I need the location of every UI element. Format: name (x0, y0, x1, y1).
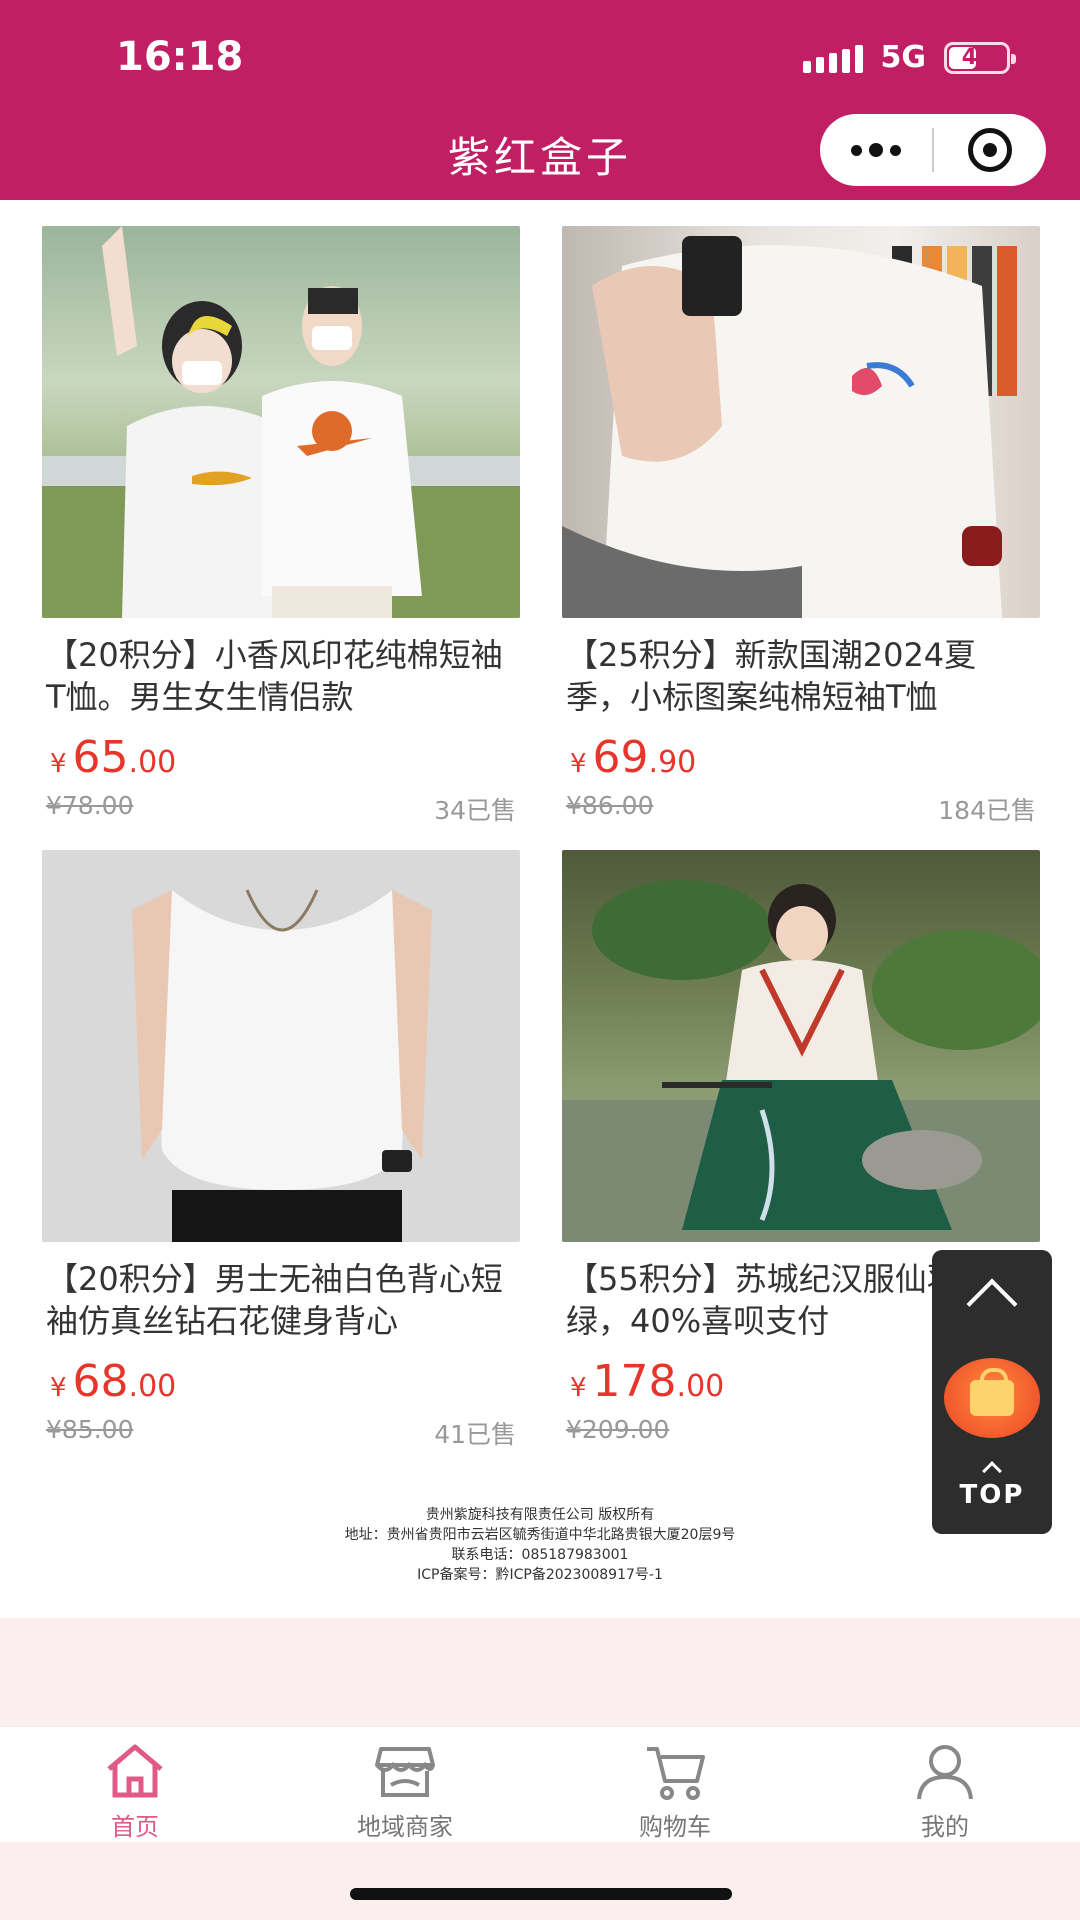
store-icon (375, 1747, 435, 1797)
product-image[interactable] (42, 850, 520, 1242)
price-decimal: .00 (128, 1369, 177, 1404)
price-currency: ¥ (50, 749, 67, 779)
floating-action-bar: TOP (932, 1250, 1052, 1534)
copyright-footer: 贵州紫旋科技有限责任公司 版权所有 地址：贵州省贵阳市云岩区毓秀街道中华北路贵银… (0, 1505, 1080, 1585)
product-price: ¥ 68 .00 (42, 1356, 520, 1407)
tab-label: 我的 (921, 1813, 969, 1841)
tab-cart[interactable]: 购物车 (540, 1727, 810, 1842)
tab-label: 地域商家 (357, 1813, 453, 1841)
footer-band (0, 1618, 1080, 1728)
status-indicators: 5G 49 (802, 40, 1016, 75)
price-currency: ¥ (570, 749, 587, 779)
battery-level: 49 (961, 45, 993, 70)
original-price: ¥209.00 (566, 1415, 670, 1444)
status-time: 16:18 (116, 34, 244, 80)
copyright-icp: ICP备案号：黔ICP备2023008917号-1 (417, 1567, 663, 1583)
copyright-address: 地址：贵州省贵阳市云岩区毓秀街道中华北路贵银大厦20层9号 (344, 1527, 736, 1543)
product-photo-couple-tees (42, 226, 520, 618)
product-price: ¥ 65 .00 (42, 732, 520, 783)
product-meta: ¥85.00 41已售 (42, 1415, 520, 1451)
user-icon (917, 1745, 973, 1800)
close-miniprogram-icon[interactable] (934, 114, 1046, 186)
tab-home[interactable]: 首页 (0, 1727, 270, 1842)
tab-local-merchants[interactable]: 地域商家 (270, 1727, 540, 1842)
price-integer: 65 (72, 732, 129, 783)
cart-icon (647, 1747, 705, 1800)
product-card[interactable]: 【20积分】男士无袖白色背心短袖仿真丝钻石花健身背心 ¥ 68 .00 ¥85.… (42, 850, 520, 1450)
tab-profile[interactable]: 我的 (810, 1727, 1080, 1842)
product-price: ¥ 69 .90 (562, 732, 1040, 783)
original-price: ¥85.00 (46, 1415, 134, 1444)
price-decimal: .90 (648, 745, 697, 780)
product-name[interactable]: 【25积分】新款国潮2024夏季，小标图案纯棉短袖T恤 (562, 634, 1040, 718)
original-price: ¥78.00 (46, 791, 134, 820)
price-currency: ¥ (570, 1373, 587, 1403)
signal-icon (802, 43, 863, 73)
copyright-company: 贵州紫旋科技有限责任公司 版权所有 (425, 1507, 655, 1523)
price-currency: ¥ (50, 1373, 67, 1403)
bottom-tab-bar: 首页 地域商家 购物车 我的 (0, 1726, 1080, 1842)
tab-label: 购物车 (639, 1813, 711, 1841)
product-meta: ¥86.00 184已售 (562, 791, 1040, 827)
product-photo-white-tee (562, 236, 1017, 618)
product-photo-hanfu-child (562, 880, 1040, 1242)
product-image[interactable] (562, 226, 1040, 618)
product-name[interactable]: 【20积分】男士无袖白色背心短袖仿真丝钻石花健身背心 (42, 1258, 520, 1342)
miniprogram-capsule (820, 114, 1046, 186)
product-photo-white-vest (132, 889, 432, 1242)
price-decimal: .00 (676, 1369, 725, 1404)
home-icon (107, 1744, 163, 1798)
tab-label: 首页 (111, 1813, 159, 1841)
more-icon[interactable] (820, 114, 932, 186)
sold-count: 41已售 (434, 1420, 516, 1449)
back-to-top-button[interactable]: TOP (932, 1461, 1052, 1510)
bottom-safe-area (0, 1842, 1080, 1920)
home-indicator[interactable] (350, 1888, 732, 1900)
product-meta: ¥78.00 34已售 (42, 791, 520, 827)
back-to-top-label: TOP (959, 1480, 1025, 1510)
product-name[interactable]: 【20积分】小香风印花纯棉短袖T恤。男生女生情侣款 (42, 634, 520, 718)
shopping-bag-button[interactable] (944, 1358, 1040, 1438)
product-card[interactable]: 【25积分】新款国潮2024夏季，小标图案纯棉短袖T恤 ¥ 69 .90 ¥86… (562, 226, 1040, 826)
top-header: 16:18 5G 49 紫红盒子 (0, 0, 1080, 200)
price-integer: 69 (592, 732, 649, 783)
scroll-up-button[interactable] (932, 1266, 1052, 1330)
chevron-up-icon (982, 1461, 1002, 1481)
price-integer: 68 (72, 1356, 129, 1407)
network-type: 5G (880, 40, 927, 75)
product-card[interactable]: 【20积分】小香风印花纯棉短袖T恤。男生女生情侣款 ¥ 65 .00 ¥78.0… (42, 226, 520, 826)
chevron-up-icon (966, 1278, 1018, 1330)
price-integer: 178 (592, 1356, 677, 1407)
product-image[interactable] (42, 226, 520, 618)
sold-count: 34已售 (434, 796, 516, 825)
price-decimal: .00 (128, 745, 177, 780)
sold-count: 184已售 (938, 796, 1036, 825)
battery-icon: 49 (944, 41, 1016, 74)
shopping-bag-icon (970, 1368, 1014, 1416)
copyright-phone: 联系电话：085187983001 (451, 1547, 629, 1563)
product-image[interactable] (562, 850, 1040, 1242)
original-price: ¥86.00 (566, 791, 654, 820)
